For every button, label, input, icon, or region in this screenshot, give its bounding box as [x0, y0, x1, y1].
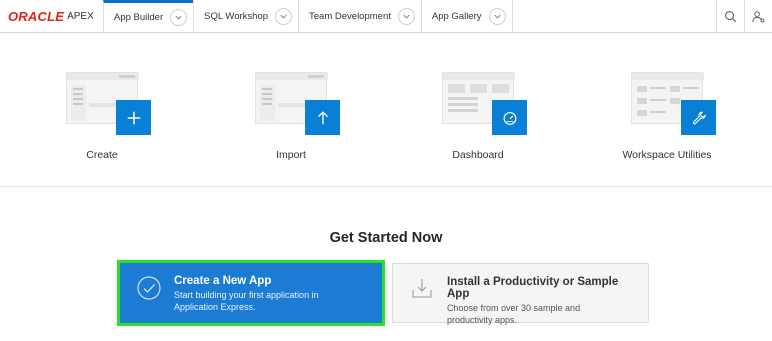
card-text: Create a New App Start building your fir…: [174, 275, 319, 313]
tab-team-development[interactable]: Team Development: [298, 0, 421, 32]
chevron-down-icon[interactable]: [275, 7, 293, 25]
card-description-line: Choose from over 30 sample and: [447, 303, 581, 313]
product-text: APEX: [67, 10, 94, 22]
search-icon[interactable]: [716, 0, 744, 32]
check-circle-icon: [136, 275, 162, 301]
download-tray-icon: [409, 276, 435, 302]
tab-label: App Builder: [114, 12, 164, 23]
tab-app-gallery[interactable]: App Gallery: [420, 0, 513, 32]
oracle-apex-logo[interactable]: ORACLE APEX: [0, 0, 103, 32]
wrench-icon: [681, 100, 716, 135]
header-utilities: [716, 0, 772, 32]
user-settings-icon[interactable]: [744, 0, 772, 32]
tab-label: SQL Workshop: [204, 10, 269, 22]
tile-label: Dashboard: [452, 149, 504, 161]
upload-arrow-icon: [305, 100, 340, 135]
chevron-down-icon[interactable]: [397, 7, 415, 25]
card-description-line: Start building your first application in: [174, 290, 319, 300]
card-title: Create a New App: [174, 275, 272, 287]
plus-icon: [116, 100, 151, 135]
card-description-line: Application Express.: [174, 302, 256, 312]
tab-sql-workshop[interactable]: SQL Workshop: [193, 0, 298, 32]
tab-label: Team Development: [309, 10, 391, 22]
create-illustration: [66, 72, 151, 135]
install-sample-app-card[interactable]: Install a Productivity or Sample App Cho…: [392, 263, 649, 326]
brand-text: ORACLE: [8, 8, 65, 24]
chevron-down-icon[interactable]: [170, 9, 188, 26]
top-navigation-bar: ORACLE APEX App Builder SQL Workshop Tea…: [0, 0, 772, 33]
card-title: Install a Productivity or Sample App: [447, 276, 619, 300]
create-new-app-card[interactable]: Create a New App Start building your fir…: [117, 260, 385, 326]
chevron-down-icon[interactable]: [488, 7, 506, 25]
card-text: Install a Productivity or Sample App Cho…: [447, 276, 638, 326]
import-illustration: [255, 72, 340, 135]
dashboard-illustration: [442, 72, 527, 135]
card-description-line: productivity apps.: [447, 315, 518, 325]
tile-label: Import: [276, 149, 306, 161]
workspace-utilities-illustration: [631, 72, 716, 135]
tab-label: App Gallery: [431, 10, 482, 22]
tile-label: Create: [86, 149, 118, 161]
tab-app-builder[interactable]: App Builder: [103, 0, 194, 32]
app-builder-tiles: Create Import Dashboard Workspace Utilit…: [0, 33, 772, 187]
get-started-heading: Get Started Now: [329, 230, 443, 246]
gauge-icon: [492, 100, 527, 135]
tile-label: Workspace Utilities: [622, 149, 712, 161]
